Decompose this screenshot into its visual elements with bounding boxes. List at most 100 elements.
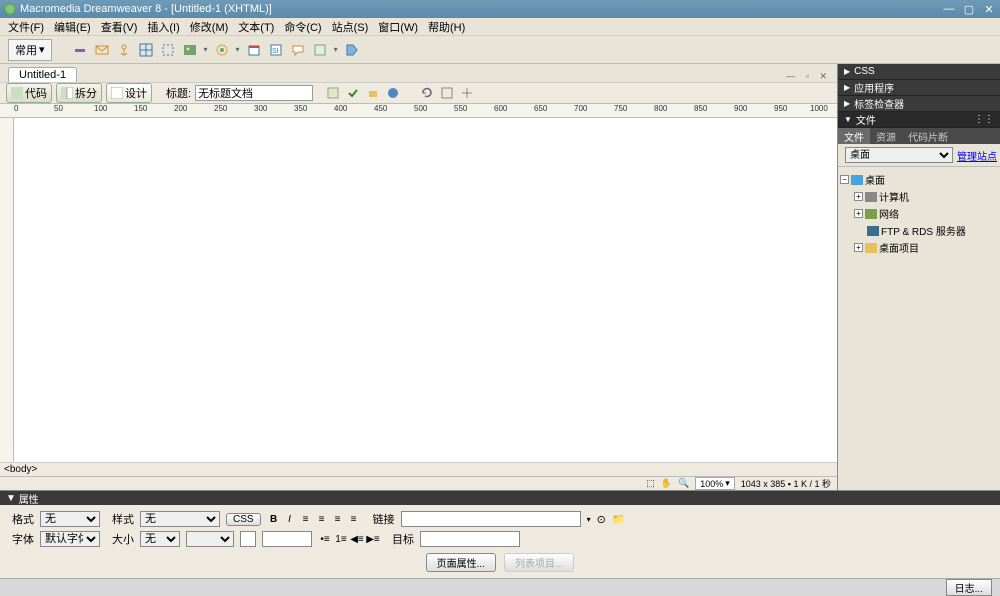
- css-button[interactable]: CSS: [226, 513, 261, 526]
- file-management-icon[interactable]: [365, 85, 381, 101]
- target-label: 目标: [386, 531, 414, 547]
- style-select[interactable]: 无: [140, 511, 220, 527]
- preview-browser-icon[interactable]: [385, 85, 401, 101]
- font-label: 字体: [6, 531, 34, 547]
- menu-commands[interactable]: 命令(C): [280, 19, 325, 35]
- date-icon[interactable]: [246, 42, 262, 58]
- expand-icon[interactable]: +: [854, 209, 863, 218]
- view-design-button[interactable]: 设计: [106, 83, 152, 103]
- hand-tool-icon[interactable]: ✋: [661, 478, 672, 489]
- panel-css[interactable]: ▶CSS: [838, 64, 1000, 80]
- validate-icon[interactable]: [345, 85, 361, 101]
- indent-icon[interactable]: ▶≡: [366, 532, 380, 546]
- color-swatch[interactable]: [240, 531, 256, 547]
- align-justify-icon[interactable]: ≡: [347, 512, 361, 526]
- dropdown-arrow-icon[interactable]: ▾: [204, 45, 208, 54]
- panel-files[interactable]: ▼文件⋮⋮: [838, 112, 1000, 128]
- size-label: 大小: [106, 531, 134, 547]
- div-icon[interactable]: [160, 42, 176, 58]
- tab-snippets[interactable]: 代码片断: [902, 128, 954, 144]
- minimize-button[interactable]: —: [942, 3, 956, 16]
- document-title-input[interactable]: [195, 85, 313, 101]
- point-to-file-icon[interactable]: ⊙: [597, 513, 606, 526]
- align-center-icon[interactable]: ≡: [315, 512, 329, 526]
- view-split-button[interactable]: 拆分: [56, 83, 102, 103]
- expand-icon[interactable]: +: [854, 192, 863, 201]
- tab-assets[interactable]: 资源: [870, 128, 902, 144]
- maximize-button[interactable]: ▢: [962, 3, 976, 16]
- view-options-icon[interactable]: [439, 85, 455, 101]
- menu-site[interactable]: 站点(S): [328, 19, 373, 35]
- hyperlink-icon[interactable]: [72, 42, 88, 58]
- named-anchor-icon[interactable]: [116, 42, 132, 58]
- server-include-icon[interactable]: SI: [268, 42, 284, 58]
- browse-folder-icon[interactable]: 📁: [612, 513, 626, 526]
- size-unit-select[interactable]: [186, 531, 234, 547]
- menu-modify[interactable]: 修改(M): [186, 19, 233, 35]
- site-dropdown[interactable]: 桌面: [845, 147, 953, 163]
- folder-icon: [865, 243, 877, 253]
- menu-bar: 文件(F) 编辑(E) 查看(V) 插入(I) 修改(M) 文本(T) 命令(C…: [0, 18, 1000, 36]
- font-select[interactable]: 默认字体: [40, 531, 100, 547]
- outdent-icon[interactable]: ◀≡: [350, 532, 364, 546]
- menu-text[interactable]: 文本(T): [234, 19, 278, 35]
- bold-icon[interactable]: B: [267, 512, 281, 526]
- zoom-level[interactable]: 100%▾: [695, 477, 735, 490]
- no-browser-check-icon[interactable]: [325, 85, 341, 101]
- desktop-icon: [851, 175, 863, 185]
- menu-file[interactable]: 文件(F): [4, 19, 48, 35]
- document-area: Untitled-1 — ▫ ✕ 代码 拆分 设计 标题: 0501001502…: [0, 64, 838, 490]
- properties-panel: ▼ 属性 格式 无 样式 无 CSS B I ≡ ≡ ≡ ≡ 链接 ▾ ⊙ 📁 …: [0, 490, 1000, 578]
- color-input[interactable]: [262, 531, 312, 547]
- email-icon[interactable]: [94, 42, 110, 58]
- horizontal-ruler: 0501001502002503003504004505005506006507…: [0, 104, 837, 118]
- refresh-icon[interactable]: [419, 85, 435, 101]
- ftp-icon: [867, 226, 879, 236]
- tag-selector[interactable]: <body>: [4, 464, 37, 475]
- document-window-controls[interactable]: — ▫ ✕: [786, 71, 831, 82]
- tab-files[interactable]: 文件: [838, 128, 870, 144]
- visual-aids-icon[interactable]: [459, 85, 475, 101]
- vertical-ruler: [0, 118, 14, 462]
- insert-category-dropdown[interactable]: 常用 ▾: [8, 39, 52, 61]
- panel-application[interactable]: ▶应用程序: [838, 80, 1000, 96]
- templates-icon[interactable]: [312, 42, 328, 58]
- align-right-icon[interactable]: ≡: [331, 512, 345, 526]
- format-select[interactable]: 无: [40, 511, 100, 527]
- media-icon[interactable]: [214, 42, 230, 58]
- menu-edit[interactable]: 编辑(E): [50, 19, 95, 35]
- zoom-tool-icon[interactable]: 🔍: [678, 478, 689, 489]
- unordered-list-icon[interactable]: •≡: [318, 532, 332, 546]
- table-icon[interactable]: [138, 42, 154, 58]
- menu-insert[interactable]: 插入(I): [143, 19, 183, 35]
- close-button[interactable]: ✕: [982, 3, 996, 16]
- expand-icon[interactable]: +: [854, 243, 863, 252]
- canvas-size-status: 1043 x 385 ▪ 1 K / 1 秒: [741, 477, 831, 490]
- ordered-list-icon[interactable]: 1≡: [334, 532, 348, 546]
- target-input[interactable]: [420, 531, 520, 547]
- file-tree: −桌面 +计算机 +网络 FTP & RDS 服务器 +桌面项目: [838, 167, 1000, 260]
- menu-help[interactable]: 帮助(H): [424, 19, 469, 35]
- panel-tag-inspector[interactable]: ▶标签检查器: [838, 96, 1000, 112]
- menu-window[interactable]: 窗口(W): [374, 19, 422, 35]
- document-tab[interactable]: Untitled-1: [8, 67, 77, 82]
- app-icon: [4, 3, 16, 15]
- link-input[interactable]: [401, 511, 581, 527]
- align-left-icon[interactable]: ≡: [299, 512, 313, 526]
- manage-sites-link[interactable]: 管理站点: [957, 148, 997, 163]
- tag-chooser-icon[interactable]: [344, 42, 360, 58]
- format-label: 格式: [6, 511, 34, 527]
- size-select[interactable]: 无: [140, 531, 180, 547]
- menu-view[interactable]: 查看(V): [97, 19, 142, 35]
- select-tool-icon[interactable]: ⬚: [646, 478, 655, 489]
- expand-icon[interactable]: −: [840, 175, 849, 184]
- log-button[interactable]: 日志...: [946, 579, 992, 596]
- image-icon[interactable]: [182, 42, 198, 58]
- design-canvas[interactable]: [14, 118, 837, 462]
- panel-group: ▶CSS ▶应用程序 ▶标签检查器 ▼文件⋮⋮ 文件 资源 代码片断 桌面 管理…: [838, 64, 1000, 490]
- comment-icon[interactable]: [290, 42, 306, 58]
- view-code-button[interactable]: 代码: [6, 83, 52, 103]
- list-items-button: 列表项目...: [504, 553, 574, 572]
- italic-icon[interactable]: I: [283, 512, 297, 526]
- page-properties-button[interactable]: 页面属性...: [426, 553, 496, 572]
